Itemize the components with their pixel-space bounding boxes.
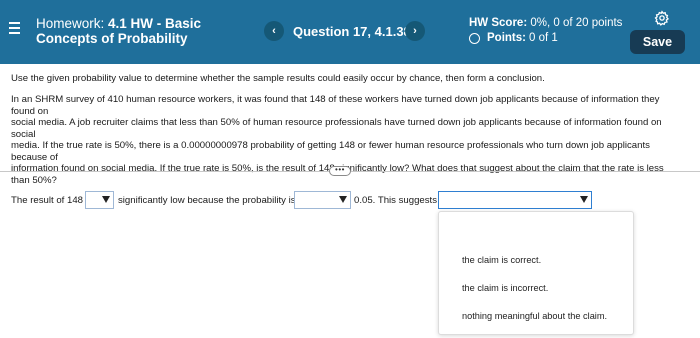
answer-text-3: 0.05. This suggests [354, 195, 438, 206]
question-line: media. If the true rate is 50%, there is… [11, 140, 650, 163]
expand-handle[interactable]: ••• [329, 166, 351, 176]
question-label: Question 17, 4.1.38 [293, 24, 411, 39]
title-line2: Concepts of Probability [36, 31, 188, 46]
hw-score-label: HW Score: [469, 17, 528, 29]
points-label: Points: [487, 32, 526, 44]
header-bar: Homework: 4.1 HW - Basic Concepts of Pro… [0, 0, 700, 64]
gear-icon[interactable] [654, 10, 670, 26]
select-significance[interactable] [85, 191, 114, 209]
dropdown-option[interactable]: the claim is correct. [462, 255, 541, 265]
select-conclusion[interactable] [438, 191, 592, 209]
menu-icon[interactable] [9, 22, 20, 36]
question-line: In an SHRM survey of 410 human resource … [11, 94, 660, 117]
answer-text-1: The result of 148 [11, 195, 83, 206]
answer-text-2: significantly low because the probabilit… [118, 195, 296, 206]
homework-title: Homework: 4.1 HW - Basic Concepts of Pro… [36, 16, 201, 46]
radio-circle-icon [469, 32, 480, 44]
question-line: than 50%? [11, 174, 57, 186]
dropdown-arrow-icon [339, 196, 347, 203]
instruction-text: Use the given probability value to deter… [11, 73, 545, 84]
hw-score: HW Score: 0%, 0 of 20 points [469, 17, 622, 29]
hw-score-value: 0%, 0 of 20 points [527, 17, 623, 29]
dropdown-option[interactable]: the claim is incorrect. [462, 283, 548, 293]
question-line: social media. A job recruiter claims tha… [11, 117, 662, 140]
dropdown-option[interactable]: nothing meaningful about the claim. [462, 311, 607, 321]
dropdown-arrow-icon [580, 196, 588, 203]
chevron-right-icon[interactable]: › [405, 21, 425, 41]
save-button[interactable]: Save [630, 30, 685, 54]
title-prefix: Homework: [36, 16, 109, 31]
points-value: 0 of 1 [528, 32, 558, 44]
chevron-left-icon[interactable]: ‹ [264, 21, 284, 41]
select-comparison[interactable] [294, 191, 351, 209]
title-line1: 4.1 HW - Basic [108, 16, 202, 31]
dropdown-arrow-icon [102, 196, 110, 203]
conclusion-dropdown-menu: the claim is correct. the claim is incor… [438, 211, 634, 335]
points: Points: 0 of 1 [469, 32, 558, 44]
